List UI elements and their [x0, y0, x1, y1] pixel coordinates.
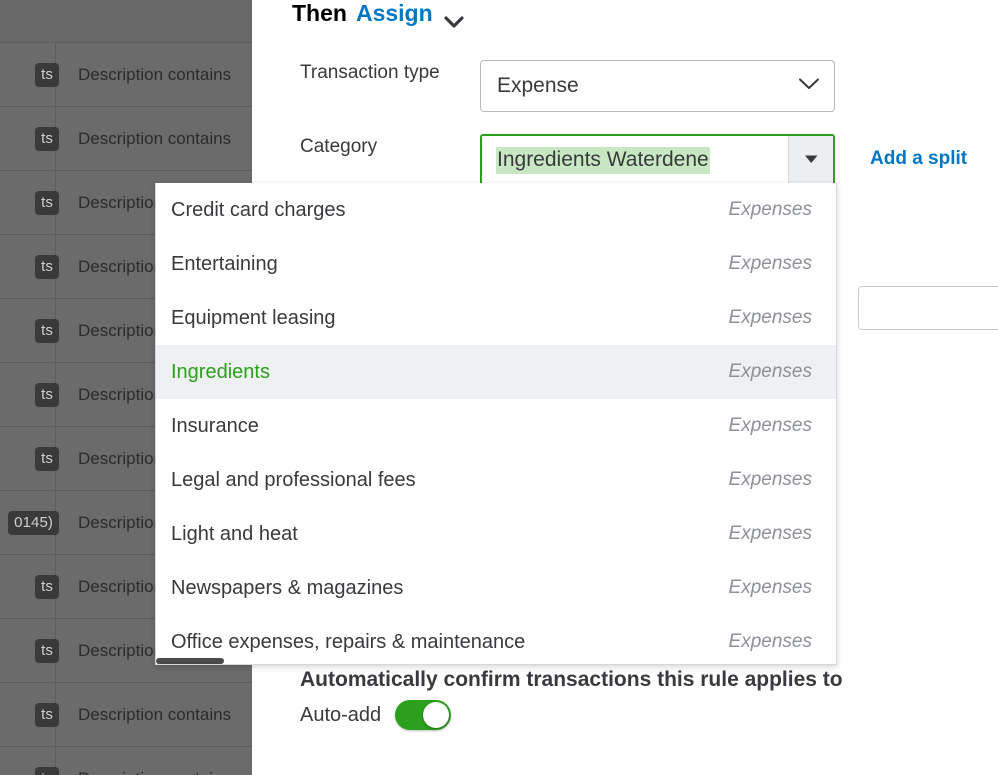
- table-cell-condition: Description contains: [78, 128, 232, 148]
- dropdown-option-label: Newspapers & magazines: [171, 576, 404, 599]
- category-input-value: Ingredients Waterdene: [496, 146, 710, 174]
- category-dropdown-list[interactable]: Credit card charges Expenses Entertaining E…: [155, 183, 837, 665]
- table-row[interactable]: ts Description contains: [0, 43, 252, 107]
- table-cell-account: ts: [0, 427, 59, 490]
- table-row[interactable]: ts Description contains: [0, 107, 252, 171]
- rules-table-header: [0, 0, 252, 43]
- dropdown-option-category-type: Expenses: [728, 469, 812, 490]
- secondary-text-input[interactable]: [858, 286, 998, 330]
- table-cell-account: ts: [0, 363, 59, 426]
- table-cell-condition: Description contains: [56, 769, 252, 775]
- dropdown-option-label: Insurance: [171, 414, 259, 437]
- auto-add-row: Auto-add: [300, 700, 452, 730]
- dropdown-option[interactable]: Credit card charges Expenses: [156, 183, 836, 237]
- then-assign-header: Then Assign: [292, 0, 464, 28]
- table-row[interactable]: tsDescription contains: [0, 747, 252, 775]
- auto-confirm-heading: Automatically confirm transactions this …: [300, 668, 843, 691]
- dropdown-horizontal-scrollbar[interactable]: [156, 658, 836, 664]
- dropdown-option-label: Office expenses, repairs & maintenance: [171, 630, 526, 653]
- triangle-down-icon: [804, 151, 819, 169]
- dropdown-option-category-type: Expenses: [728, 631, 812, 652]
- add-a-split-link[interactable]: Add a split: [870, 148, 967, 170]
- dropdown-option[interactable]: Newspapers & magazines Expenses: [156, 561, 836, 615]
- dropdown-option-label: Equipment leasing: [171, 306, 336, 329]
- table-cell-account: ts: [0, 555, 59, 618]
- table-cell-condition: Description contains: [78, 64, 232, 84]
- dropdown-option[interactable]: Ingredients Expenses: [156, 345, 836, 399]
- dropdown-option-category-type: Expenses: [728, 253, 812, 274]
- dropdown-option[interactable]: Equipment leasing Expenses: [156, 291, 836, 345]
- dropdown-option[interactable]: Legal and professional fees Expenses: [156, 453, 836, 507]
- transaction-type-label: Transaction type: [300, 62, 440, 83]
- dropdown-option-label: Credit card charges: [171, 198, 346, 221]
- table-cell-account: ts: [0, 43, 59, 106]
- dropdown-option[interactable]: Entertaining Expenses: [156, 237, 836, 291]
- table-cell-account: ts: [0, 107, 59, 170]
- table-cell-account: ts: [0, 299, 59, 362]
- dropdown-option-label: Light and heat: [171, 522, 298, 545]
- table-cell-account: 0145): [0, 491, 59, 554]
- transaction-type-value: Expense: [497, 74, 579, 97]
- dropdown-option-category-type: Expenses: [728, 577, 812, 598]
- table-cell-account: ts: [0, 235, 59, 298]
- transaction-type-select[interactable]: Expense: [480, 60, 835, 112]
- dropdown-option[interactable]: Insurance Expenses: [156, 399, 836, 453]
- table-cell-account: ts: [0, 747, 59, 775]
- dropdown-option-category-type: Expenses: [728, 199, 812, 220]
- dropdown-option-category-type: Expenses: [728, 307, 812, 328]
- chevron-down-icon: [798, 77, 820, 96]
- scrollbar-thumb[interactable]: [156, 658, 224, 664]
- dropdown-option-label: Legal and professional fees: [171, 468, 416, 491]
- table-cell-account: ts: [0, 171, 59, 234]
- category-combobox[interactable]: Ingredients Waterdene: [480, 134, 835, 186]
- dropdown-option-category-type: Expenses: [728, 523, 812, 544]
- then-label: Then: [292, 0, 347, 26]
- auto-add-toggle[interactable]: [395, 700, 452, 730]
- assign-dropdown-label[interactable]: Assign: [356, 0, 433, 27]
- table-row[interactable]: ts Description contains: [0, 683, 252, 747]
- category-dropdown-button[interactable]: [788, 136, 833, 184]
- auto-add-label: Auto-add: [300, 703, 382, 726]
- transaction-type-field: Transaction type Expense: [300, 60, 835, 112]
- account-badge: 0145): [8, 510, 59, 535]
- table-cell-condition: Description contains: [78, 704, 232, 724]
- category-field: Category Ingredients Waterdene: [300, 134, 835, 186]
- dropdown-option-category-type: Expenses: [728, 415, 812, 436]
- category-label: Category: [300, 136, 378, 157]
- table-cell-account: ts: [0, 619, 59, 682]
- dropdown-option-category-type: Expenses: [728, 361, 812, 382]
- toggle-knob: [423, 702, 450, 728]
- dropdown-option-label: Entertaining: [171, 252, 278, 275]
- category-input[interactable]: Ingredients Waterdene: [482, 136, 788, 184]
- table-cell-account: ts: [0, 683, 59, 746]
- dropdown-option[interactable]: Light and heat Expenses: [156, 507, 836, 561]
- dropdown-option-label: Ingredients: [171, 360, 270, 383]
